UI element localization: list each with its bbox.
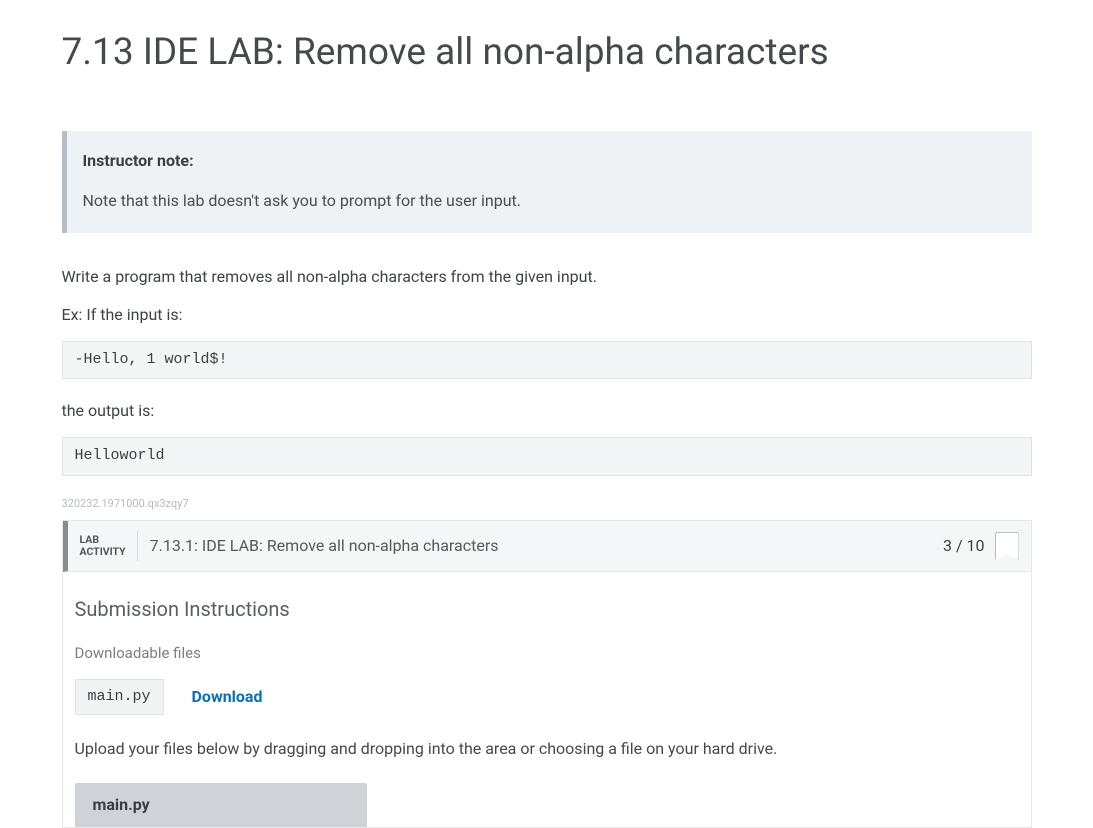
downloadable-files-label: Downloadable files: [75, 642, 1019, 665]
lab-activity-header: LAB ACTIVITY 7.13.1: IDE LAB: Remove all…: [63, 521, 1031, 572]
lab-activity-badge: LAB ACTIVITY: [80, 531, 138, 561]
page-title: 7.13 IDE LAB: Remove all non-alpha chara…: [62, 25, 1032, 81]
example-input-code: -Hello, 1 world$!: [62, 341, 1032, 380]
instruction-paragraph-1: Write a program that removes all non-alp…: [62, 265, 1032, 289]
instruction-paragraph-2: Ex: If the input is:: [62, 303, 1032, 327]
bookmark-icon[interactable]: [995, 532, 1019, 560]
instructor-note-body: Note that this lab doesn't ask you to pr…: [83, 189, 1014, 213]
submission-instructions-title: Submission Instructions: [75, 594, 1019, 624]
instruction-paragraph-3: the output is:: [62, 399, 1032, 423]
downloadable-file-row: main.py Download: [75, 679, 1019, 716]
lab-activity-title: 7.13.1: IDE LAB: Remove all non-alpha ch…: [138, 534, 943, 558]
instructor-note-label: Instructor note:: [83, 149, 1014, 173]
file-chip: main.py: [75, 679, 164, 716]
example-output-code: Helloworld: [62, 437, 1032, 476]
lab-activity-body: Submission Instructions Downloadable fil…: [63, 572, 1031, 827]
content-hash: 320232.1971000.qx3zqy7: [62, 496, 1032, 513]
download-link[interactable]: Download: [192, 685, 263, 709]
lab-badge-line2: ACTIVITY: [80, 546, 126, 558]
upload-file-tab[interactable]: main.py: [75, 783, 367, 827]
lab-score: 3 / 10: [943, 534, 985, 558]
upload-instruction-text: Upload your files below by dragging and …: [75, 737, 1019, 761]
lab-activity-panel: LAB ACTIVITY 7.13.1: IDE LAB: Remove all…: [62, 520, 1032, 828]
instructor-note: Instructor note: Note that this lab does…: [62, 131, 1032, 233]
